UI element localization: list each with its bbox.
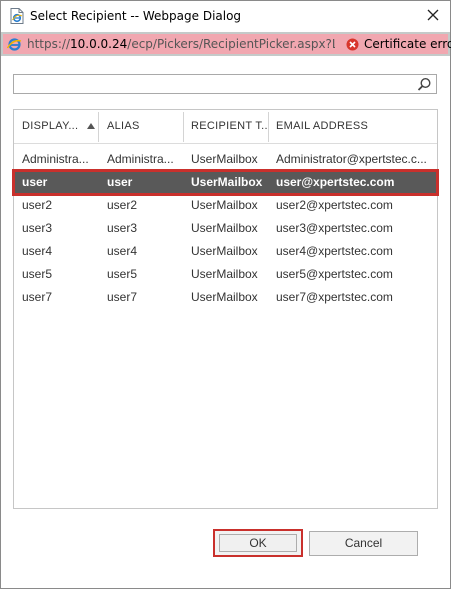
column-header-alias[interactable]: ALIAS — [107, 110, 182, 142]
cell-recipient-type: UserMailbox — [191, 290, 258, 304]
cell-display-name: Administra... — [22, 152, 89, 166]
column-header-display-name[interactable]: DISPLAY... — [22, 110, 84, 142]
cell-recipient-type: UserMailbox — [191, 198, 258, 212]
address-url[interactable]: https://10.0.0.24/ecp/Pickers/RecipientP… — [27, 37, 335, 51]
recipient-grid: DISPLAY... ALIAS RECIPIENT T... EMAIL AD… — [12, 109, 439, 509]
cell-email-address: user2@xpertstec.com — [276, 198, 393, 212]
cell-alias: user2 — [107, 198, 138, 212]
cell-email-address: user4@xpertstec.com — [276, 244, 393, 258]
close-icon[interactable] — [424, 6, 442, 24]
cell-email-address: user3@xpertstec.com — [276, 221, 393, 235]
table-row[interactable]: user4 user4 UserMailbox user4@xpertstec.… — [14, 240, 437, 263]
search-input[interactable] — [16, 76, 420, 92]
url-path: /ecp/Pickers/RecipientPicker.aspx?Launch… — [127, 37, 335, 51]
column-separator[interactable] — [268, 112, 269, 142]
cell-recipient-type: UserMailbox — [191, 175, 263, 189]
grid-header: DISPLAY... ALIAS RECIPIENT T... EMAIL AD… — [14, 110, 437, 144]
table-row[interactable]: user3 user3 UserMailbox user3@xpertstec.… — [14, 217, 437, 240]
cell-display-name: user5 — [22, 267, 53, 281]
url-prefix: https:// — [27, 37, 71, 51]
ok-button[interactable]: OK — [213, 529, 303, 557]
sort-ascending-icon[interactable] — [87, 123, 95, 129]
ie-page-icon — [10, 8, 24, 24]
cancel-button[interactable]: Cancel — [309, 531, 418, 556]
table-row[interactable]: user7 user7 UserMailbox user7@xpertstec.… — [14, 286, 437, 309]
ok-button-label: OK — [219, 534, 297, 552]
dialog-window: Select Recipient -- Webpage Dialog https… — [0, 0, 451, 589]
cell-alias: user — [107, 175, 133, 189]
column-separator[interactable] — [183, 112, 184, 142]
cell-email-address: user@xpertstec.com — [276, 175, 395, 189]
cell-alias: Administra... — [107, 152, 174, 166]
cell-recipient-type: UserMailbox — [191, 221, 258, 235]
cell-display-name: user4 — [22, 244, 53, 258]
column-header-recipient-type[interactable]: RECIPIENT T... — [191, 110, 269, 142]
table-row[interactable]: Administra... Administra... UserMailbox … — [14, 148, 437, 171]
cell-recipient-type: UserMailbox — [191, 267, 258, 281]
certificate-error-icon[interactable] — [346, 38, 359, 51]
cell-alias: user7 — [107, 290, 138, 304]
title-bar: Select Recipient -- Webpage Dialog — [1, 1, 450, 32]
cell-recipient-type: UserMailbox — [191, 152, 258, 166]
cell-email-address: Administrator@xpertstec.c... — [276, 152, 427, 166]
table-row[interactable]: user5 user5 UserMailbox user5@xpertstec.… — [14, 263, 437, 286]
column-separator[interactable] — [98, 112, 99, 142]
certificate-error-label[interactable]: Certificate error — [364, 37, 451, 51]
search-box — [13, 74, 437, 94]
cell-email-address: user5@xpertstec.com — [276, 267, 393, 281]
column-header-email-address[interactable]: EMAIL ADDRESS — [276, 110, 426, 142]
cell-display-name: user3 — [22, 221, 53, 235]
cell-display-name: user — [22, 175, 48, 189]
cell-display-name: user2 — [22, 198, 53, 212]
window-title: Select Recipient -- Webpage Dialog — [30, 9, 242, 23]
cell-email-address: user7@xpertstec.com — [276, 290, 393, 304]
ie-logo-icon — [7, 38, 22, 51]
cell-alias: user4 — [107, 244, 138, 258]
url-domain: 10.0.0.24 — [70, 37, 128, 51]
cell-recipient-type: UserMailbox — [191, 244, 258, 258]
address-bar: https://10.0.0.24/ecp/Pickers/RecipientP… — [1, 32, 451, 56]
cell-display-name: user7 — [22, 290, 53, 304]
cell-alias: user5 — [107, 267, 138, 281]
table-row-selected[interactable]: user user UserMailbox user@xpertstec.com — [12, 169, 439, 196]
cell-alias: user3 — [107, 221, 138, 235]
table-row[interactable]: user2 user2 UserMailbox user2@xpertstec.… — [14, 194, 437, 217]
search-icon[interactable] — [417, 77, 432, 92]
